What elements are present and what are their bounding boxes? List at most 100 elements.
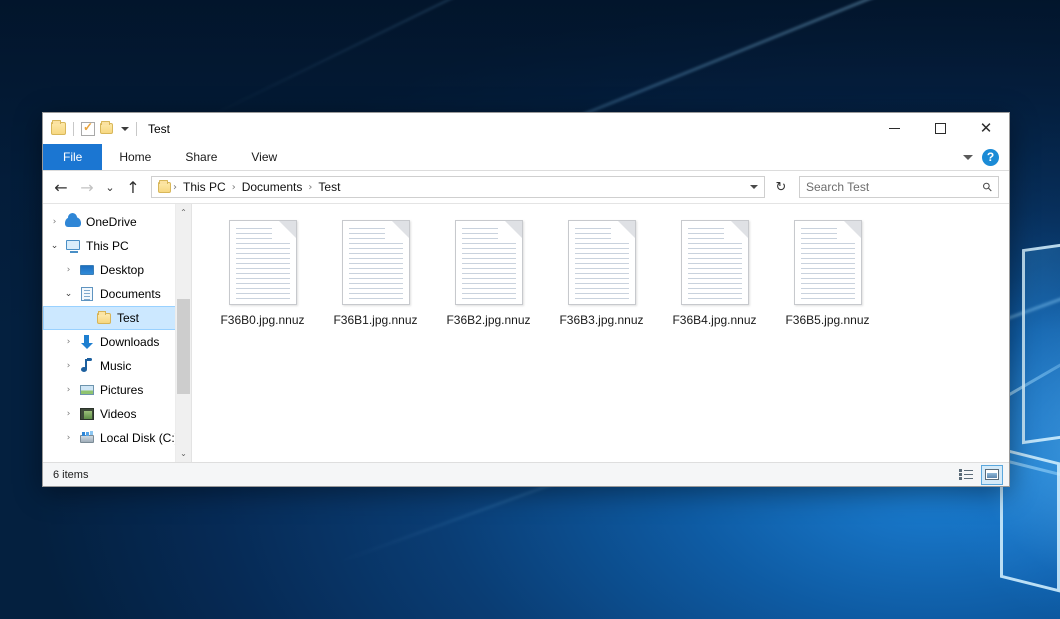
scrollbar-thumb[interactable] — [177, 299, 190, 394]
breadcrumb-item-test[interactable]: Test — [314, 180, 344, 194]
help-button[interactable]: ? — [982, 149, 999, 166]
folder-icon — [96, 310, 112, 326]
breadcrumb-item-documents[interactable]: Documents — [238, 180, 307, 194]
chevron-down-icon[interactable] — [963, 155, 973, 160]
breadcrumb-separator: › — [232, 182, 236, 193]
new-folder-icon[interactable] — [100, 123, 113, 134]
file-name-label: F36B5.jpg.nnuz — [782, 312, 872, 329]
twisty-collapsed-icon[interactable]: › — [63, 265, 74, 275]
scroll-up-button[interactable]: ⌃ — [176, 204, 192, 221]
generic-file-icon — [681, 220, 749, 305]
tab-share[interactable]: Share — [168, 144, 234, 170]
navigation-pane: ›OneDrive⌄This PC›Desktop⌄DocumentsTest›… — [43, 204, 191, 462]
minimize-button[interactable] — [871, 113, 917, 144]
recent-locations-button[interactable]: ⌄ — [101, 175, 119, 199]
sidebar-item-test[interactable]: Test — [43, 306, 191, 330]
sidebar-item-local-disk-c[interactable]: ›Local Disk (C:) — [43, 426, 191, 450]
status-bar: 6 items — [43, 462, 1009, 486]
sidebar-item-label: Pictures — [100, 383, 143, 397]
twisty-collapsed-icon[interactable]: › — [63, 361, 74, 371]
sidebar-item-documents[interactable]: ⌄ Documents — [43, 282, 191, 306]
file-item[interactable]: F36B3.jpg.nnuz — [545, 218, 658, 329]
sidebar-item-label: Music — [100, 359, 131, 373]
file-item[interactable]: F36B5.jpg.nnuz — [771, 218, 884, 329]
downloads-icon — [79, 334, 95, 350]
back-button[interactable]: ← — [49, 175, 73, 199]
ribbon-tab-bar: File Home Share View ? — [43, 144, 1009, 171]
close-button[interactable]: ✕ — [963, 113, 1009, 144]
search-input[interactable]: Search Test — [806, 180, 983, 194]
tab-file[interactable]: File — [43, 144, 102, 170]
file-name-label: F36B3.jpg.nnuz — [556, 312, 646, 329]
file-item[interactable]: F36B4.jpg.nnuz — [658, 218, 771, 329]
breadcrumb-item-this-pc[interactable]: This PC — [179, 180, 230, 194]
file-page — [342, 220, 410, 305]
sidebar-item-this-pc[interactable]: ⌄ This PC — [43, 234, 191, 258]
page-fold-corner — [731, 221, 748, 238]
file-name-label: F36B0.jpg.nnuz — [217, 312, 307, 329]
sidebar-item-pictures[interactable]: › Pictures — [43, 378, 191, 402]
file-page — [229, 220, 297, 305]
music-icon — [79, 358, 95, 374]
wallpaper-window-pane — [1022, 243, 1060, 444]
disk-icon — [79, 430, 95, 446]
scroll-down-button[interactable]: ⌄ — [176, 445, 192, 462]
sidebar-item-label: OneDrive — [86, 215, 137, 229]
folder-icon[interactable] — [51, 122, 66, 135]
scrollbar-track[interactable] — [176, 221, 192, 445]
refresh-button[interactable]: ↻ — [770, 176, 792, 198]
desktop: Test ✕ File Home Share View ? — [0, 0, 1060, 619]
sidebar-item-onedrive[interactable]: › OneDrive — [43, 210, 191, 234]
chevron-down-icon[interactable] — [750, 185, 758, 189]
breadcrumb[interactable]: › This PC › Documents › Test — [151, 176, 765, 198]
quick-access-toolbar — [43, 122, 139, 136]
large-icons-view-button[interactable] — [981, 465, 1003, 485]
details-view-icon — [959, 469, 973, 480]
item-count-label: 6 items — [53, 469, 88, 481]
file-list-pane[interactable]: F36B0.jpg.nnuz F36B1.jpg.nnuzF36B2.jpg.nn… — [192, 204, 1009, 462]
twisty-expanded-icon[interactable]: ⌄ — [63, 289, 74, 299]
generic-file-icon — [455, 220, 523, 305]
sidebar-item-label: Documents — [100, 287, 161, 301]
file-item[interactable]: F36B0.jpg.nnuz — [206, 218, 319, 329]
forward-button[interactable]: → — [75, 175, 99, 199]
divider — [73, 122, 74, 136]
sidebar-item-label: This PC — [86, 239, 129, 253]
tab-home[interactable]: Home — [102, 144, 168, 170]
twisty-collapsed-icon[interactable]: › — [49, 217, 60, 227]
folder-icon[interactable] — [158, 182, 171, 193]
maximize-button[interactable] — [917, 113, 963, 144]
navigation-scrollbar[interactable]: ⌃ ⌄ — [175, 204, 191, 462]
twisty-collapsed-icon[interactable]: › — [63, 385, 74, 395]
address-bar: ← → ⌄ ↑ › This PC › Documents › Test ↻ S… — [43, 171, 1009, 203]
file-text-lines — [349, 228, 403, 303]
file-item[interactable]: F36B2.jpg.nnuz — [432, 218, 545, 329]
file-item[interactable]: F36B1.jpg.nnuz — [319, 218, 432, 329]
sidebar-item-desktop[interactable]: ›Desktop — [43, 258, 191, 282]
file-name-label: F36B4.jpg.nnuz — [669, 312, 759, 329]
breadcrumb-separator: › — [173, 182, 177, 193]
sidebar-item-music[interactable]: › Music — [43, 354, 191, 378]
tab-view[interactable]: View — [234, 144, 294, 170]
twisty-collapsed-icon[interactable]: › — [63, 409, 74, 419]
file-text-lines — [236, 228, 290, 303]
twisty-expanded-icon[interactable]: ⌄ — [49, 241, 60, 251]
twisty-collapsed-icon[interactable]: › — [63, 433, 74, 443]
file-page — [455, 220, 523, 305]
close-icon: ✕ — [980, 121, 993, 136]
up-button[interactable]: ↑ — [121, 175, 145, 199]
file-text-lines — [801, 228, 855, 303]
sidebar-item-videos[interactable]: › Videos — [43, 402, 191, 426]
details-view-button[interactable] — [955, 465, 977, 485]
search-box[interactable]: Search Test ⚲ — [799, 176, 999, 198]
navigation-list: ›OneDrive⌄This PC›Desktop⌄DocumentsTest›… — [43, 210, 191, 450]
ribbon-right-controls: ? — [963, 144, 1009, 170]
sidebar-item-downloads[interactable]: ›Downloads — [43, 330, 191, 354]
sidebar-item-label: Videos — [100, 407, 136, 421]
twisty-collapsed-icon[interactable]: › — [63, 337, 74, 347]
chevron-down-icon[interactable] — [121, 127, 129, 131]
documents-icon — [79, 286, 95, 302]
page-fold-corner — [505, 221, 522, 238]
properties-checkbox-icon[interactable] — [81, 122, 95, 136]
generic-file-icon — [794, 220, 862, 305]
